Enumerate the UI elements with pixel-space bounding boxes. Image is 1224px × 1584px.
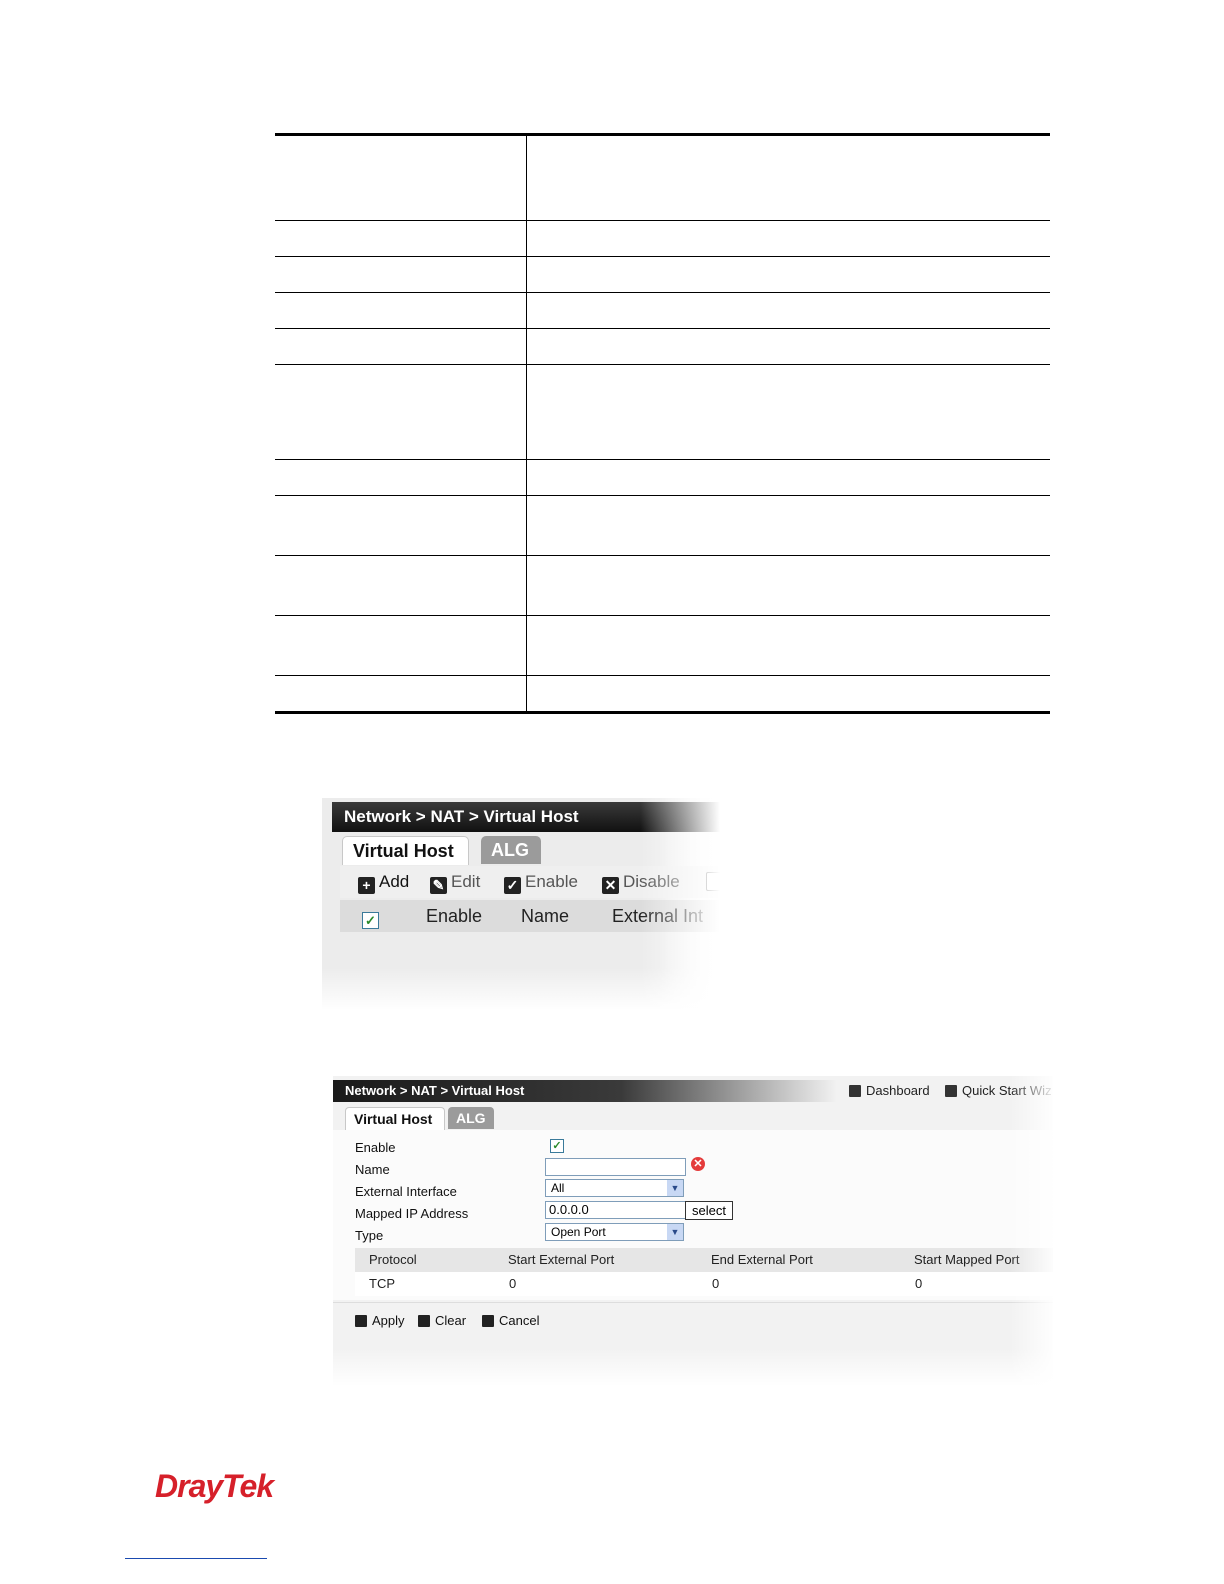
column-start-mapped-port: Start Mapped Port <box>914 1252 1020 1267</box>
tab-virtual-host[interactable]: Virtual Host <box>345 1107 445 1130</box>
description-table <box>275 133 1050 714</box>
delete-button[interactable] <box>706 872 720 892</box>
tab-alg[interactable]: ALG <box>448 1107 494 1129</box>
protocol-cell: TCP <box>369 1276 395 1291</box>
clear-button[interactable]: Clear <box>418 1313 466 1328</box>
check-icon <box>355 1315 367 1327</box>
virtual-host-form-screenshot: Network > NAT > Virtual Host Dashboard Q… <box>333 1076 1053 1386</box>
type-select[interactable]: Open Port ▼ <box>545 1223 684 1241</box>
type-label: Type <box>355 1228 384 1243</box>
table-row[interactable]: TCP 0 0 0 <box>355 1272 1053 1296</box>
column-protocol: Protocol <box>369 1252 417 1267</box>
toolbar: + Add ✎ Edit ✓ Enable ✕ Disable <box>340 866 720 898</box>
x-icon <box>482 1315 494 1327</box>
check-icon: ✓ <box>504 877 521 894</box>
port-table-header: Protocol Start External Port End Externa… <box>355 1248 1053 1272</box>
chevron-down-icon: ▼ <box>667 1180 683 1196</box>
trash-icon <box>706 872 720 891</box>
draytek-logo: DrayTek <box>155 1468 274 1504</box>
apply-button[interactable]: Apply <box>355 1313 405 1328</box>
start-mapped-port-cell: 0 <box>915 1276 923 1291</box>
tab-virtual-host[interactable]: Virtual Host <box>342 836 469 865</box>
name-input[interactable] <box>545 1158 686 1176</box>
cancel-button[interactable]: Cancel <box>482 1313 539 1328</box>
enable-button[interactable]: ✓ Enable <box>504 872 578 894</box>
disable-button[interactable]: ✕ Disable <box>602 872 680 894</box>
error-icon: ✕ <box>691 1157 705 1171</box>
footer-divider <box>125 1558 267 1559</box>
table-header: ✓ Enable Name External Int <box>340 900 720 932</box>
dashboard-link[interactable]: Dashboard <box>849 1080 930 1102</box>
column-external-interface[interactable]: External Int <box>612 906 703 927</box>
enable-checkbox[interactable]: ✓ <box>550 1139 564 1153</box>
external-interface-label: External Interface <box>355 1184 457 1199</box>
external-interface-select[interactable]: All ▼ <box>545 1179 684 1197</box>
quick-start-wizard-link[interactable]: Quick Start Wiz <box>945 1080 1052 1102</box>
name-label: Name <box>355 1162 390 1177</box>
start-external-port-cell: 0 <box>509 1276 517 1291</box>
page-title: Network > NAT > Virtual Host <box>345 1083 525 1098</box>
select-all-checkbox[interactable]: ✓ <box>362 912 379 929</box>
tab-alg[interactable]: ALG <box>481 836 541 864</box>
wizard-icon <box>945 1085 957 1097</box>
select-button[interactable]: select <box>685 1201 733 1220</box>
column-enable[interactable]: Enable <box>426 906 482 927</box>
column-start-external-port: Start External Port <box>508 1252 615 1267</box>
plus-icon: + <box>358 877 375 894</box>
dashboard-icon <box>849 1085 861 1097</box>
edit-icon: ✎ <box>430 877 447 894</box>
trash-icon <box>418 1315 430 1327</box>
mapped-ip-label: Mapped IP Address <box>355 1206 469 1221</box>
x-icon: ✕ <box>602 877 619 894</box>
virtual-host-list-screenshot: Network > NAT > Virtual Host Virtual Hos… <box>322 798 720 1010</box>
column-name[interactable]: Name <box>521 906 569 927</box>
mapped-ip-input[interactable]: 0.0.0.0 <box>545 1201 686 1219</box>
column-end-external-port: End External Port <box>711 1252 813 1267</box>
add-button[interactable]: + Add <box>358 872 409 894</box>
enable-label: Enable <box>355 1140 396 1155</box>
chevron-down-icon: ▼ <box>667 1224 683 1240</box>
end-external-port-cell: 0 <box>712 1276 720 1291</box>
form-actions: Apply Clear Cancel <box>333 1302 1053 1386</box>
title-bar: Network > NAT > Virtual Host Dashboard Q… <box>333 1080 1053 1102</box>
edit-button[interactable]: ✎ Edit <box>430 872 480 894</box>
page-title: Network > NAT > Virtual Host <box>332 802 720 832</box>
